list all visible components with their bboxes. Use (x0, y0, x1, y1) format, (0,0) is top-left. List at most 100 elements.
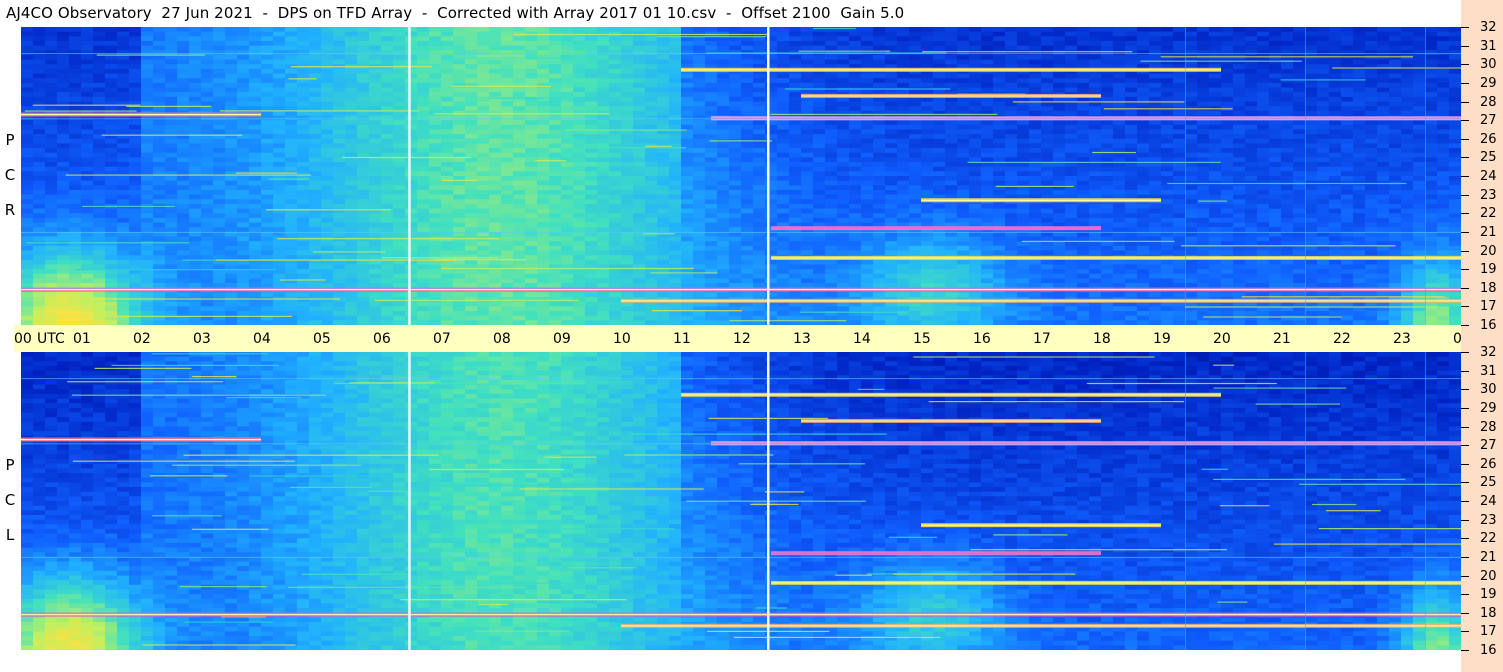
heatmap-cell (741, 78, 754, 84)
heatmap-cell (669, 315, 682, 321)
heatmap-cell (33, 199, 46, 205)
heatmap-cell (249, 45, 262, 51)
heatmap-cell (609, 59, 622, 65)
heatmap-cell (369, 27, 382, 33)
heatmap-cell (93, 78, 106, 84)
heatmap-cell (489, 124, 502, 131)
heatmap-cell (633, 120, 646, 126)
heatmap-cell (765, 217, 778, 224)
heatmap-cell (45, 40, 58, 47)
heatmap-cell (789, 162, 802, 168)
heatmap-cell (237, 120, 250, 126)
heatmap-cell (189, 87, 202, 93)
heatmap-cell (633, 278, 646, 284)
heatmap-cell (789, 101, 802, 107)
heatmap-cell (381, 315, 394, 321)
heatmap-cell (309, 50, 322, 56)
heatmap-cell (321, 143, 334, 149)
heatmap-cell (909, 236, 922, 242)
heatmap-cell (633, 166, 646, 172)
heatmap-cell (141, 166, 154, 172)
heatmap-cell (693, 180, 706, 186)
heatmap-cell (537, 241, 550, 247)
heatmap-cell (393, 115, 406, 121)
heatmap-cell (765, 40, 778, 47)
heatmap-cell (945, 166, 958, 172)
heatmap-cell (285, 92, 298, 98)
heatmap-cell (249, 180, 262, 186)
heatmap-cell (33, 255, 46, 261)
heatmap-cell (57, 273, 70, 280)
heatmap-cell (201, 176, 214, 182)
heatmap-cell (537, 64, 550, 70)
heatmap-cell (69, 227, 82, 233)
heatmap-cell (945, 106, 958, 112)
heatmap-cell (249, 87, 262, 93)
heatmap-cell (681, 194, 694, 200)
heatmap-cell (921, 273, 934, 280)
heatmap-cell (945, 269, 958, 275)
heatmap-cell (141, 301, 154, 307)
heatmap-cell (477, 222, 490, 228)
heatmap-cell (321, 315, 334, 321)
heatmap-cell (453, 199, 466, 205)
heatmap-cell (633, 134, 646, 140)
heatmap-cell (177, 217, 190, 224)
heatmap-cell (861, 82, 874, 89)
heatmap-cell (189, 250, 202, 256)
heatmap-cell (717, 241, 730, 247)
heatmap-cell (921, 124, 934, 131)
heatmap-cell (465, 269, 478, 275)
heatmap-cell (57, 129, 70, 135)
heatmap-cell (405, 73, 418, 79)
heatmap-cell (597, 259, 610, 266)
heatmap-cell (837, 273, 850, 280)
heatmap-cell (105, 283, 118, 289)
heatmap-cell (165, 273, 178, 280)
heatmap-cell (45, 306, 58, 312)
heatmap-cell (261, 110, 274, 117)
heatmap-cell (609, 92, 622, 98)
heatmap-cell (465, 64, 478, 70)
heatmap-cell (213, 120, 226, 126)
heatmap-cell (597, 64, 610, 70)
heatmap-cell (537, 278, 550, 284)
heatmap-cell (933, 40, 946, 47)
heatmap-cell (801, 185, 814, 191)
heatmap-cell (105, 222, 118, 228)
heatmap-cell (297, 283, 310, 289)
heatmap-cell (213, 124, 226, 131)
heatmap-cell (549, 213, 562, 219)
heatmap-cell (129, 213, 142, 219)
heatmap-cell (45, 255, 58, 261)
heatmap-cell (225, 250, 238, 256)
heatmap-cell (633, 50, 646, 56)
heatmap-cell (741, 27, 754, 33)
heatmap-cell (693, 157, 706, 163)
heatmap-cell (705, 180, 718, 186)
heatmap-cell (573, 138, 586, 145)
heatmap-cell (225, 50, 238, 56)
heatmap-cell (717, 110, 730, 117)
heatmap-cell (225, 273, 238, 280)
heatmap-cell (333, 148, 346, 154)
heatmap-cell (777, 110, 790, 117)
heatmap-cell (825, 278, 838, 284)
heatmap-cell (213, 241, 226, 247)
heatmap-cell (369, 73, 382, 79)
heatmap-cell (621, 250, 634, 256)
heatmap-cell (765, 82, 778, 89)
heatmap-cell (213, 171, 226, 177)
heatmap-cell (165, 124, 178, 131)
heatmap-cell (93, 143, 106, 149)
heatmap-cell (609, 138, 622, 145)
heatmap-cell (477, 166, 490, 172)
heatmap-cell (69, 217, 82, 224)
heatmap-cell (57, 54, 70, 61)
heatmap-cell (33, 227, 46, 233)
heatmap-cell (537, 176, 550, 182)
heatmap-cell (801, 306, 814, 312)
heatmap-cell (741, 213, 754, 219)
heatmap-cell (621, 259, 634, 266)
heatmap-cell (141, 273, 154, 280)
